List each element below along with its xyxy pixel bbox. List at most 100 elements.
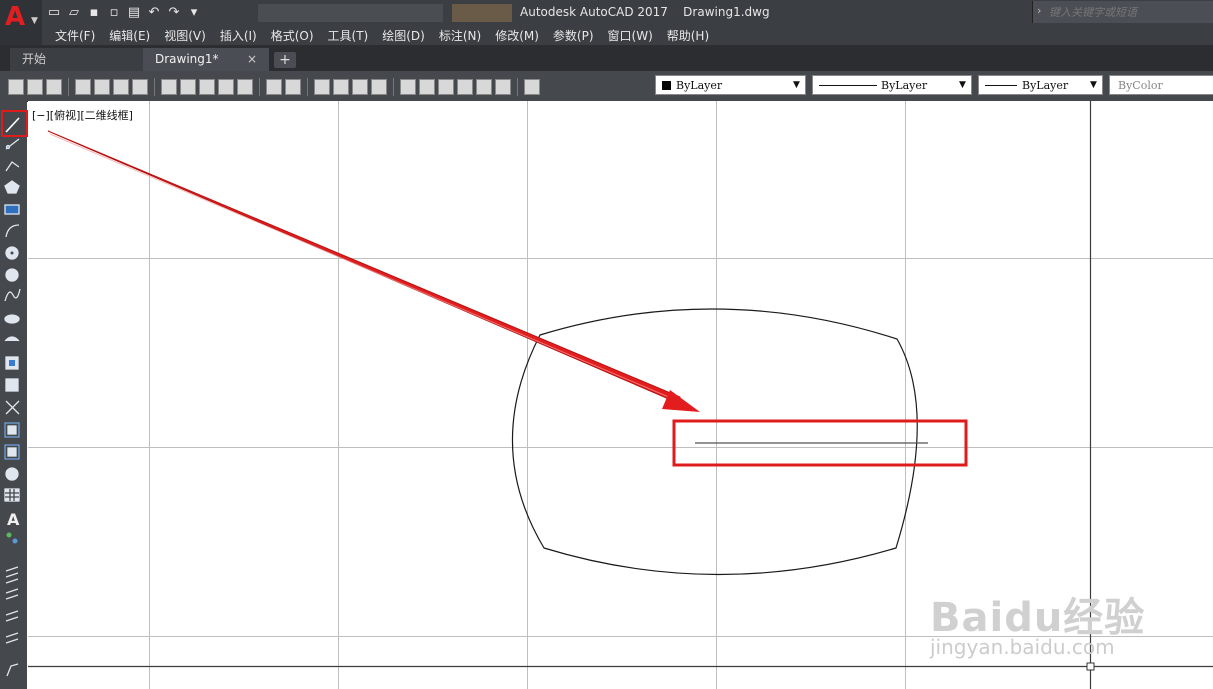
document-tab-bar: 开始 Drawing1* × + [0,45,1213,71]
menu-parametric[interactable]: 参数(P) [553,27,594,44]
layer-tool-icon[interactable] [5,566,19,584]
region-icon[interactable] [5,467,19,481]
polyline-icon[interactable] [5,161,20,172]
gradient-icon[interactable] [4,444,20,460]
menu-window[interactable]: 窗口(W) [608,27,653,44]
hatch-icon[interactable] [4,422,20,438]
undo-icon[interactable]: ↶ [146,5,162,21]
menu-modify[interactable]: 修改(M) [495,27,539,44]
block-editor-icon[interactable] [237,79,253,95]
point-style-icon[interactable] [6,532,18,544]
chevron-down-icon: ▼ [31,16,38,26]
customize-qat-icon[interactable]: ▾ [186,5,202,21]
line-tool-highlight [1,110,28,137]
layer-tool-icon[interactable] [5,610,19,622]
menu-format[interactable]: 格式(O) [271,27,314,44]
toolbar-separator [154,78,155,96]
search-input[interactable] [1047,3,1211,21]
table-icon[interactable] [4,488,20,502]
watermark-url: jingyan.baidu.com [930,635,1115,659]
chevron-down-icon: ▼ [793,80,800,90]
multiline-text-icon[interactable]: A [7,510,20,529]
menu-view[interactable]: 视图(V) [164,27,206,44]
limits-corner-grip [1086,662,1095,671]
revision-cloud-icon[interactable] [5,268,19,282]
ellipse-arc-icon[interactable] [4,336,20,342]
cut-icon[interactable] [161,79,177,95]
match-properties-icon[interactable] [218,79,234,95]
zoom-previous-icon[interactable] [371,79,387,95]
standard-toolbar: ByLayer ▼ ByLayer ▼ ByLayer ▼ ByColor [0,71,1213,102]
layer-tool-icon[interactable] [5,588,19,600]
annotation-arrow [47,130,700,412]
ellipse-icon[interactable] [4,314,20,324]
rectangle-icon[interactable] [4,204,20,215]
menu-dimension[interactable]: 标注(N) [439,27,481,44]
application-menu-button[interactable]: A ▼ [0,0,42,45]
arc-icon[interactable] [5,224,20,238]
3d-dwf-icon[interactable] [132,79,148,95]
window-title: Autodesk AutoCAD 2017 Drawing1.dwg [520,5,770,19]
print-icon[interactable]: ▤ [126,5,142,21]
undo-icon[interactable] [266,79,282,95]
tool-palettes-icon[interactable] [438,79,454,95]
redo-icon[interactable] [285,79,301,95]
copy-icon[interactable] [180,79,196,95]
save-icon[interactable]: ▪ [86,5,102,21]
menu-bar: 文件(F) 编辑(E) 视图(V) 插入(I) 格式(O) 工具(T) 绘图(D… [42,25,1213,45]
viewport-controls[interactable]: [−][俯视][二维线框] [32,107,133,123]
plot-icon[interactable] [75,79,91,95]
chevron-down-icon: ▼ [1090,80,1097,90]
layer-tool-icon[interactable] [5,632,19,644]
make-block-icon[interactable] [5,378,19,392]
new-file-icon[interactable]: ▭ [46,5,62,21]
sheet-set-icon[interactable] [457,79,473,95]
linetype-dropdown[interactable]: ByLayer ▼ [812,75,972,95]
save-icon[interactable] [46,79,62,95]
search-box[interactable]: › [1032,1,1213,23]
toolbar-icons [8,78,540,96]
draw-tool-palette: A [0,101,27,689]
publish-icon[interactable] [113,79,129,95]
close-icon[interactable]: × [247,48,257,71]
lineweight-preview [985,85,1017,86]
plot-preview-icon[interactable] [94,79,110,95]
point-icon[interactable] [5,400,20,415]
redo-icon[interactable]: ↷ [166,5,182,21]
lineweight-dropdown[interactable]: ByLayer ▼ [978,75,1103,95]
menu-file[interactable]: 文件(F) [55,27,95,44]
circle-icon[interactable] [5,246,19,260]
zoom-window-icon[interactable] [352,79,368,95]
open-folder-icon[interactable]: ▱ [66,5,82,21]
menu-edit[interactable]: 编辑(E) [109,27,150,44]
tab-drawing1[interactable]: Drawing1* × [143,48,269,71]
rounded-shape [511,308,918,576]
pan-icon[interactable] [314,79,330,95]
new-tab-button[interactable]: + [274,52,296,68]
new-icon[interactable] [8,79,24,95]
toolbar-separator [307,78,308,96]
polygon-icon[interactable] [4,180,20,194]
linetype-value: ByLayer [881,79,928,92]
insert-block-icon[interactable] [5,356,19,370]
design-center-icon[interactable] [419,79,435,95]
spline-icon[interactable] [4,288,21,302]
zoom-realtime-icon[interactable] [333,79,349,95]
save-as-icon[interactable]: ▫ [106,5,122,21]
layer-color-dropdown[interactable]: ByLayer ▼ [655,75,806,95]
leader-icon[interactable] [6,663,19,677]
menu-insert[interactable]: 插入(I) [220,27,257,44]
menu-draw[interactable]: 绘图(D) [382,27,425,44]
menu-tools[interactable]: 工具(T) [328,27,369,44]
properties-icon[interactable] [400,79,416,95]
open-icon[interactable] [27,79,43,95]
calculator-icon[interactable] [495,79,511,95]
construction-line-icon[interactable] [5,138,20,150]
paste-icon[interactable] [199,79,215,95]
markup-icon[interactable] [476,79,492,95]
menu-help[interactable]: 帮助(H) [667,27,709,44]
tab-start[interactable]: 开始 [10,48,143,71]
help-icon[interactable] [524,79,540,95]
plot-style-dropdown[interactable]: ByColor [1109,75,1213,95]
autocad-logo: A [5,2,26,32]
